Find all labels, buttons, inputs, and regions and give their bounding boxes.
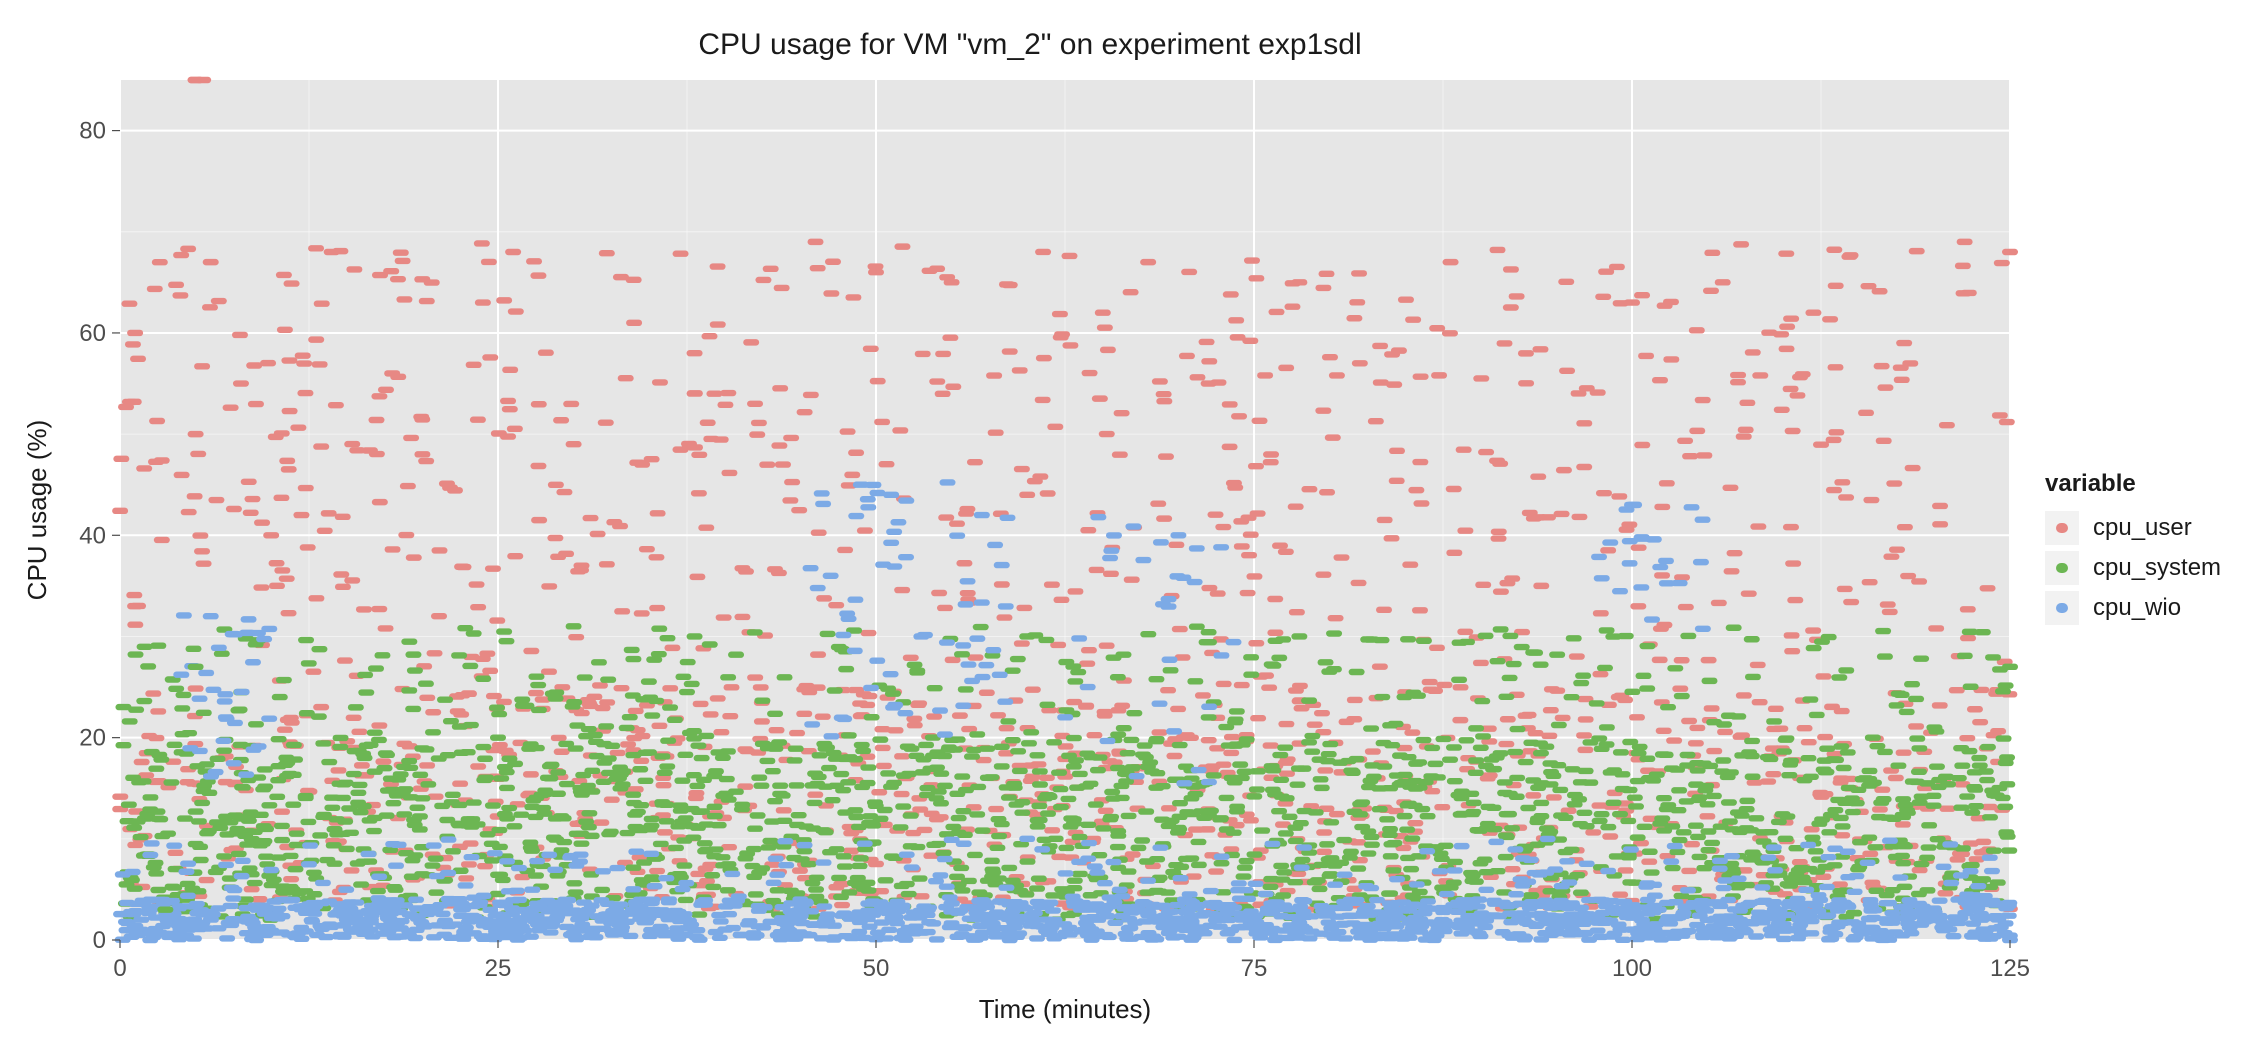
y-tick-label: 40	[79, 522, 106, 549]
y-tick-label: 80	[79, 118, 106, 145]
legend-dot-icon	[2056, 523, 2068, 533]
legend-label: cpu_system	[2093, 554, 2221, 582]
x-tick-label: 0	[113, 955, 126, 982]
legend-label: cpu_user	[2093, 514, 2192, 542]
x-tick-label: 25	[485, 955, 512, 982]
legend-swatch	[2045, 551, 2079, 585]
legend-item-cpu-system: cpu_system	[2045, 548, 2221, 588]
chart-container: CPU usage for VM "vm_2" on experiment ex…	[0, 0, 2250, 1050]
y-axis-title: CPU usage (%)	[22, 420, 52, 601]
x-tick-label: 50	[863, 955, 890, 982]
legend-label: cpu_wio	[2093, 594, 2181, 622]
legend-dot-icon	[2056, 563, 2068, 573]
y-tick-label: 60	[79, 320, 106, 347]
legend: variable cpu_user cpu_system cpu_wio	[2045, 470, 2221, 628]
legend-title: variable	[2045, 470, 2221, 498]
legend-item-cpu-wio: cpu_wio	[2045, 588, 2221, 628]
x-tick-label: 100	[1612, 955, 1652, 982]
x-axis-title: Time (minutes)	[979, 994, 1151, 1024]
y-tick-label: 0	[93, 927, 106, 954]
legend-swatch	[2045, 511, 2079, 545]
chart-svg: 0255075100125020406080Time (minutes)CPU …	[0, 0, 2250, 1050]
x-tick-label: 125	[1990, 955, 2030, 982]
legend-item-cpu-user: cpu_user	[2045, 508, 2221, 548]
legend-swatch	[2045, 591, 2079, 625]
legend-dot-icon	[2056, 603, 2068, 613]
x-tick-label: 75	[1241, 955, 1268, 982]
y-tick-label: 20	[79, 725, 106, 752]
